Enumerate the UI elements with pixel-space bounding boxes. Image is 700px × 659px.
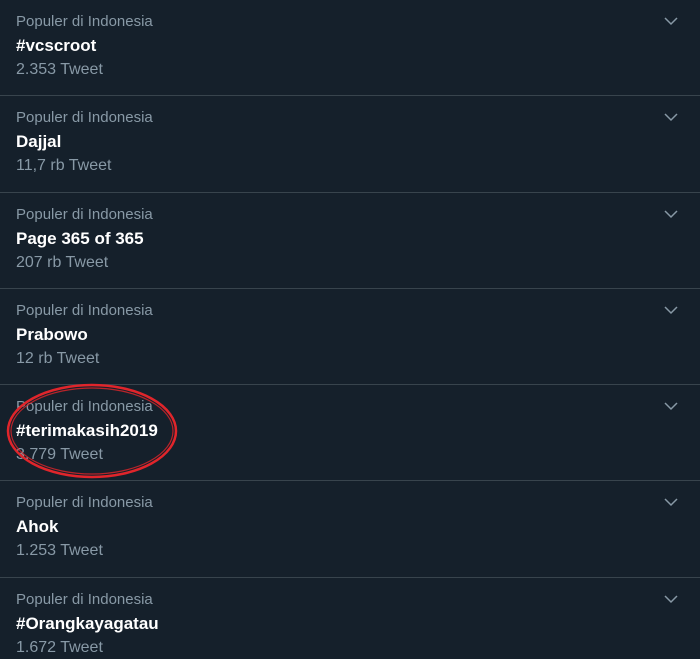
chevron-down-icon[interactable] xyxy=(662,397,680,415)
chevron-down-icon[interactable] xyxy=(662,301,680,319)
trend-context: Populer di Indonesia xyxy=(16,301,153,319)
trend-name[interactable]: Page 365 of 365 xyxy=(16,227,684,251)
trend-context: Populer di Indonesia xyxy=(16,109,153,127)
trend-item-page-365[interactable]: Populer di Indonesia Page 365 of 365 207… xyxy=(0,193,700,289)
chevron-down-icon[interactable] xyxy=(662,205,680,223)
trend-name[interactable]: #vcscroot xyxy=(16,34,684,58)
trend-name[interactable]: #Orangkayagatau xyxy=(16,612,684,636)
trend-context: Populer di Indonesia xyxy=(16,13,153,30)
chevron-down-icon[interactable] xyxy=(662,108,680,126)
trend-tweet-count: 1.253 Tweet xyxy=(16,542,103,560)
chevron-down-icon[interactable] xyxy=(662,12,680,30)
trend-tweet-count: 1.672 Tweet xyxy=(16,638,103,656)
trend-tweet-count: 3.779 Tweet xyxy=(16,446,103,464)
trend-item-prabowo[interactable]: Populer di Indonesia Prabowo 12 rb Tweet xyxy=(0,289,700,386)
trend-tweet-count: 12 rb Tweet xyxy=(16,349,100,367)
trend-item-terimakasih2019[interactable]: Populer di Indonesia #terimakasih2019 3.… xyxy=(0,385,700,482)
trend-item-vcscroot[interactable]: Populer di Indonesia #vcscroot 2.353 Twe… xyxy=(0,0,700,97)
trend-context: Populer di Indonesia xyxy=(16,398,153,416)
trend-name[interactable]: Prabowo xyxy=(16,323,684,347)
trend-context: Populer di Indonesia xyxy=(16,590,153,608)
trend-tweet-count: 207 rb Tweet xyxy=(16,253,109,271)
trends-list: Populer di Indonesia #vcscroot 2.353 Twe… xyxy=(0,0,700,659)
chevron-down-icon[interactable] xyxy=(662,590,680,608)
trend-name[interactable]: Ahok xyxy=(16,515,684,539)
trend-name[interactable]: Dajjal xyxy=(16,130,684,154)
trend-tweet-count: 11,7 rb Tweet xyxy=(16,157,112,175)
trend-name[interactable]: #terimakasih2019 xyxy=(16,419,684,443)
trend-context: Populer di Indonesia xyxy=(16,494,153,512)
trend-item-dajjal[interactable]: Populer di Indonesia Dajjal 11,7 rb Twee… xyxy=(0,96,700,193)
trend-context: Populer di Indonesia xyxy=(16,205,153,223)
chevron-down-icon[interactable] xyxy=(662,493,680,511)
trend-item-orangkayagatau[interactable]: Populer di Indonesia #Orangkayagatau 1.6… xyxy=(0,578,700,659)
trend-tweet-count: 2.353 Tweet xyxy=(16,61,103,78)
trend-item-ahok[interactable]: Populer di Indonesia Ahok 1.253 Tweet xyxy=(0,481,700,578)
